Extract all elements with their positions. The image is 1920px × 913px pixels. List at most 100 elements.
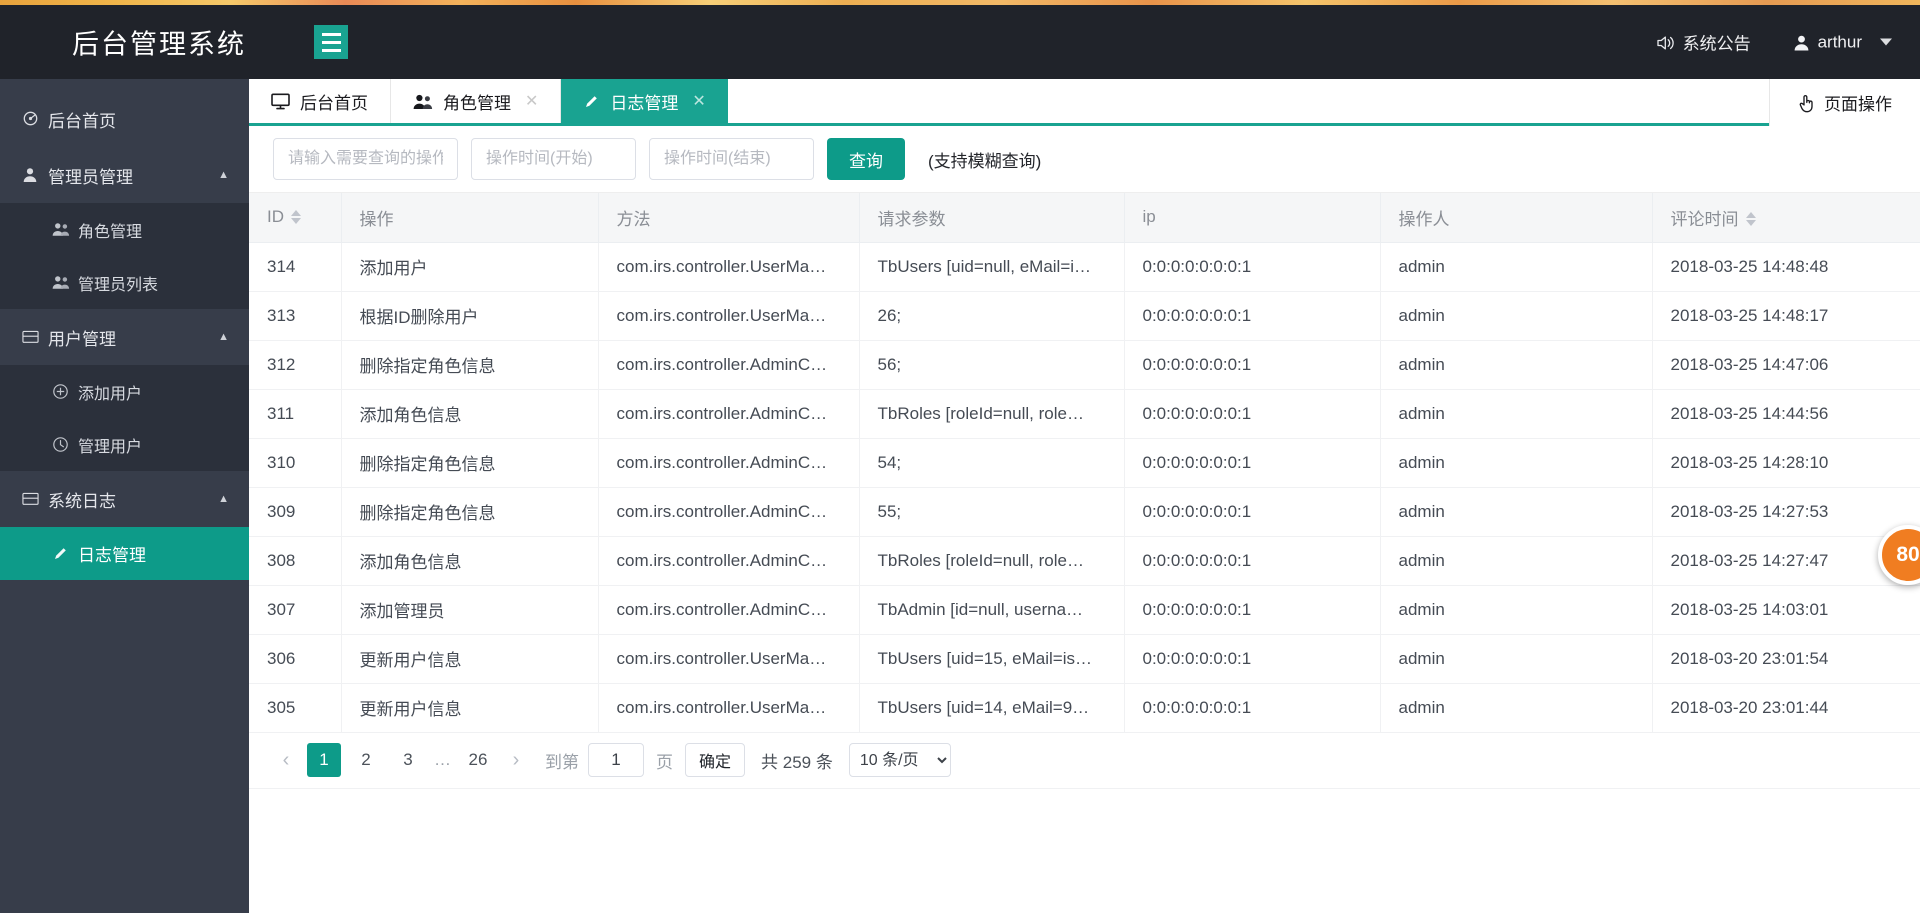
cell-ip: 0:0:0:0:0:0:0:1: [1124, 242, 1381, 292]
page-unit-label: 页: [656, 752, 673, 772]
folder-icon: [22, 490, 48, 508]
table-row[interactable]: 312 删除指定角色信息 com.irs.controller.AdminC… 56;…: [249, 340, 1920, 390]
cell-method: com.irs.controller.UserMa…: [598, 683, 860, 733]
tab-role-management[interactable]: 角色管理 ✕: [391, 79, 562, 123]
speaker-icon: [1656, 32, 1675, 52]
page-button-2[interactable]: 2: [349, 743, 383, 777]
system-notice-button[interactable]: 系统公告: [1656, 30, 1751, 55]
table-row[interactable]: 307 添加管理员 com.irs.controller.AdminC… TbAdmi…: [249, 585, 1920, 635]
user-menu-button[interactable]: arthur: [1793, 32, 1892, 52]
cell-operation: 删除指定角色信息: [341, 340, 599, 390]
hamburger-icon[interactable]: [314, 25, 348, 59]
sidebar-label: 日志管理: [78, 546, 146, 565]
cell-id: 309: [249, 487, 342, 537]
table-row[interactable]: 314 添加用户 com.irs.controller.UserMa… TbUsers…: [249, 242, 1920, 292]
cell-params: 54;: [859, 438, 1125, 488]
start-time-input[interactable]: [471, 138, 636, 180]
sidebar-group-user[interactable]: 用户管理 ▲: [0, 309, 249, 365]
cell-params: 55;: [859, 487, 1125, 537]
tab-label: 后台首页: [300, 93, 368, 113]
cell-method: com.irs.controller.UserMa…: [598, 242, 860, 292]
hamburger-bar: [321, 32, 341, 36]
page-size-select[interactable]: 10 条/页20 条/页50 条/页100 条/页: [848, 743, 951, 777]
chevron-left-icon[interactable]: ‹: [269, 743, 303, 777]
cell-method: com.irs.controller.UserMa…: [598, 634, 860, 684]
sidebar-item-log-management[interactable]: 日志管理: [0, 527, 249, 580]
sidebar-label: 管理用户: [78, 438, 143, 456]
cell-operator: admin: [1380, 585, 1653, 635]
column-label: 评论时间: [1670, 209, 1739, 229]
column-header-method: 方法: [598, 193, 860, 243]
cell-time: 2018-03-25 14:28:10: [1652, 438, 1920, 488]
sidebar-item-admin-list[interactable]: 管理员列表: [0, 256, 249, 309]
sort-icon[interactable]: [291, 209, 301, 224]
page-button-last[interactable]: 26: [461, 743, 495, 777]
chevron-up-icon: ▲: [218, 169, 229, 181]
cell-operation: 删除指定角色信息: [341, 438, 599, 488]
confirm-jump-button[interactable]: 确定: [685, 743, 746, 777]
end-time-input[interactable]: [649, 138, 814, 180]
tab-log-management[interactable]: 日志管理 ✕: [561, 79, 728, 123]
page-button-3[interactable]: 3: [391, 743, 425, 777]
sidebar-item-role-management[interactable]: 角色管理: [0, 203, 249, 256]
log-table: ID 操作 方法 请求参数 ip 操作人 评论时间 314 添加用户 com.irs…: [249, 193, 1920, 733]
cell-method: com.irs.controller.AdminC…: [598, 536, 860, 586]
close-icon[interactable]: ✕: [525, 91, 538, 111]
column-label: 方法: [616, 209, 651, 229]
cell-params: 56;: [859, 340, 1125, 390]
search-button[interactable]: 查询: [827, 138, 905, 180]
tab-dashboard[interactable]: 后台首页: [249, 79, 391, 123]
pagination: ‹ 1 2 3 … 26 › 到第 页 确定 共 259 条 10 条/页20 …: [249, 732, 1920, 789]
sidebar-item-manage-user[interactable]: 管理用户: [0, 418, 249, 471]
cell-params: 26;: [859, 291, 1125, 341]
cell-params: TbUsers [uid=15, eMail=is…: [859, 634, 1125, 684]
table-row[interactable]: 306 更新用户信息 com.irs.controller.UserMa… TbUse…: [249, 634, 1920, 684]
cell-id: 308: [249, 536, 342, 586]
cell-operator: admin: [1380, 536, 1653, 586]
sort-icon[interactable]: [1745, 212, 1756, 227]
operation-search-input[interactable]: [273, 138, 458, 180]
cell-id: 307: [249, 585, 342, 635]
cell-id: 312: [249, 340, 342, 390]
table-header-row: ID 操作 方法 请求参数 ip 操作人 评论时间: [249, 193, 1920, 243]
sidebar-group-admin[interactable]: 管理员管理 ▲: [0, 147, 249, 203]
table-row[interactable]: 305 更新用户信息 com.irs.controller.UserMa… TbUse…: [249, 683, 1920, 733]
page-button-1[interactable]: 1: [307, 743, 341, 777]
cell-operator: admin: [1380, 634, 1653, 684]
cell-operation: 添加角色信息: [341, 536, 599, 586]
jump-page-input[interactable]: [588, 743, 644, 777]
cell-id: 306: [249, 634, 342, 684]
cell-ip: 0:0:0:0:0:0:0:1: [1124, 340, 1381, 390]
sidebar-submenu-admin: 角色管理 管理员列表: [0, 203, 249, 309]
table-body: 314 添加用户 com.irs.controller.UserMa… TbUsers…: [249, 242, 1920, 733]
cell-ip: 0:0:0:0:0:0:0:1: [1124, 389, 1381, 439]
column-header-id[interactable]: ID: [249, 193, 342, 243]
column-label: 操作人: [1398, 209, 1450, 229]
sidebar-label: 后台首页: [48, 111, 116, 131]
sidebar-item-dashboard[interactable]: 后台首页: [0, 91, 249, 147]
column-label: ip: [1142, 207, 1156, 227]
table-row[interactable]: 311 添加角色信息 com.irs.controller.AdminC… TbRol…: [249, 389, 1920, 439]
column-header-operation: 操作: [341, 193, 599, 243]
table-row[interactable]: 309 删除指定角色信息 com.irs.controller.AdminC… 55;…: [249, 487, 1920, 537]
table-row[interactable]: 313 根据ID删除用户 com.irs.controller.UserMa… 26;…: [249, 291, 1920, 341]
column-header-time[interactable]: 评论时间: [1652, 193, 1920, 243]
cell-operator: admin: [1380, 683, 1653, 733]
cell-time: 2018-03-20 23:01:44: [1652, 683, 1920, 733]
cell-ip: 0:0:0:0:0:0:0:1: [1124, 683, 1381, 733]
clock-icon: [52, 436, 78, 454]
close-icon[interactable]: ✕: [692, 91, 705, 111]
log-table-container: ID 操作 方法 请求参数 ip 操作人 评论时间 314 添加用户 com.irs…: [249, 193, 1920, 733]
cell-id: 313: [249, 291, 342, 341]
cell-id: 310: [249, 438, 342, 488]
chevron-right-icon[interactable]: ›: [499, 743, 533, 777]
sidebar-item-add-user[interactable]: 添加用户: [0, 365, 249, 418]
table-row[interactable]: 308 添加角色信息 com.irs.controller.AdminC… TbRol…: [249, 536, 1920, 586]
table-row[interactable]: 310 删除指定角色信息 com.irs.controller.AdminC… 54;…: [249, 438, 1920, 488]
header-actions: 系统公告 arthur: [1656, 30, 1892, 55]
column-header-params: 请求参数: [859, 193, 1125, 243]
sidebar-nav: 后台首页 管理员管理 ▲ 角色管理 管理员列表 用户管理 ▲ 添加用户 管理用户…: [0, 79, 249, 913]
sidebar-group-syslog[interactable]: 系统日志 ▲: [0, 471, 249, 527]
page-operations-button[interactable]: 页面操作: [1769, 79, 1920, 126]
user-icon: [22, 166, 48, 184]
